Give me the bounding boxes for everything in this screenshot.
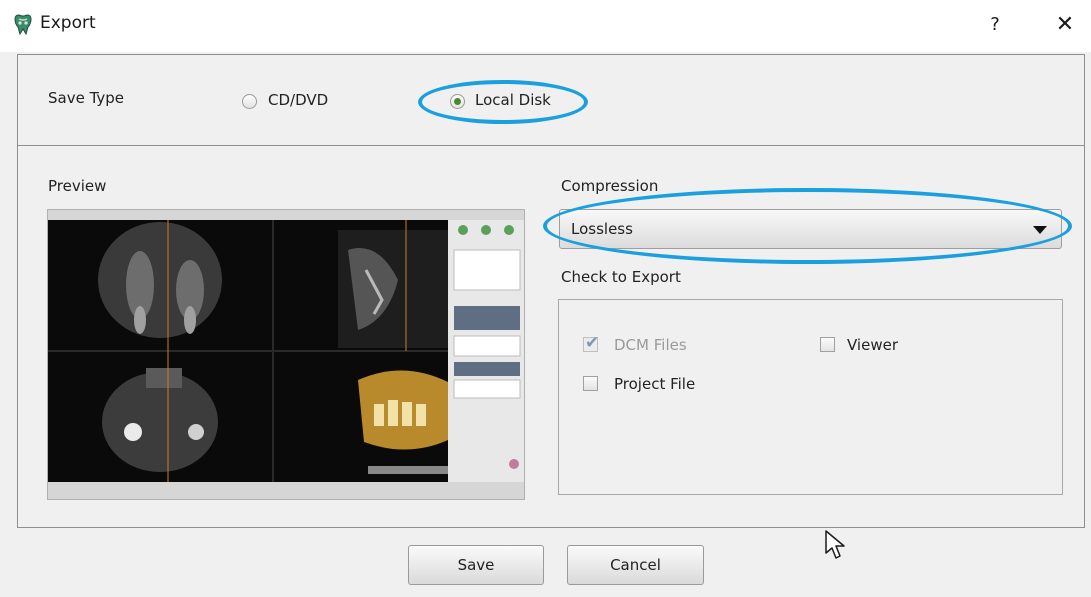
check-to-export-group [558,299,1063,495]
cancel-button[interactable]: Cancel [567,545,704,585]
help-button[interactable]: ? [980,10,1010,40]
export-dialog: Export ? ✕ Save Type CD/DVD Local Disk P… [0,0,1091,597]
tooth-app-icon [14,14,32,36]
mouse-pointer-icon [825,530,845,559]
check-to-export-label: Check to Export [561,268,681,286]
dcm-files-checkbox[interactable]: ✔ [583,333,599,353]
preview-scan-thumbnail [48,210,524,499]
viewer-checkbox[interactable] [820,337,835,352]
save-button[interactable]: Save [408,545,544,585]
window-title: Export [40,13,96,33]
save-type-label: Save Type [48,89,125,107]
preview-label: Preview [48,177,107,195]
project-file-label[interactable]: Project File [614,375,695,393]
project-file-checkbox[interactable] [583,376,598,391]
viewer-label[interactable]: Viewer [847,336,898,354]
dcm-files-label: DCM Files [614,336,687,354]
compression-label: Compression [561,177,659,195]
local-disk-highlight [418,80,588,124]
radio-cd-dvd[interactable] [242,94,257,109]
checkmark-icon: ✔ [585,333,600,353]
title-bar: Export ? ✕ [0,0,1091,52]
preview-image [47,209,525,500]
radio-cd-dvd-label[interactable]: CD/DVD [268,91,328,109]
close-button[interactable]: ✕ [1050,10,1080,40]
compression-highlight [543,188,1072,264]
